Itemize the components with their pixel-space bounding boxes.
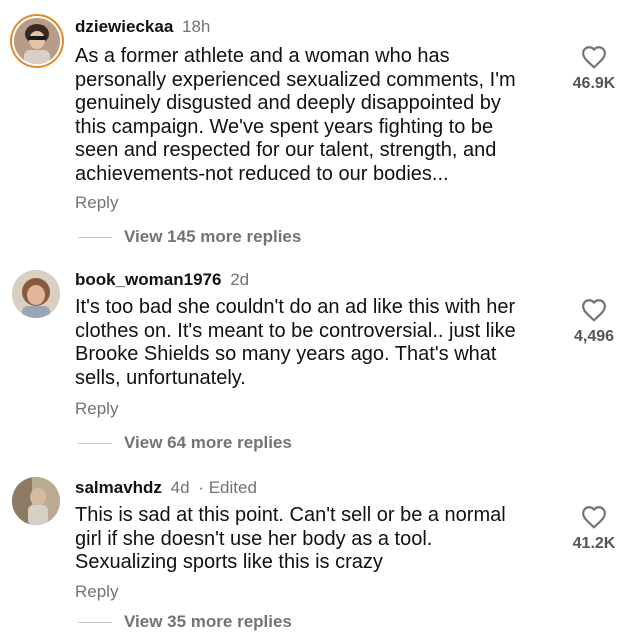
view-replies-button[interactable]: View 64 more replies	[78, 433, 292, 453]
like-control: 46.9K	[554, 45, 634, 93]
reply-button[interactable]: Reply	[75, 193, 118, 213]
comment-header: salmavhdz 4d · Edited	[75, 478, 257, 498]
like-control: 41.2K	[554, 505, 634, 553]
username[interactable]: dziewieckaa	[75, 17, 173, 36]
edited-label: · Edited	[198, 478, 257, 497]
reply-button[interactable]: Reply	[75, 399, 118, 419]
avatar[interactable]	[14, 18, 60, 64]
divider	[78, 236, 112, 238]
username[interactable]: book_woman1976	[75, 270, 221, 289]
view-replies-button[interactable]: View 145 more replies	[78, 227, 301, 247]
view-replies-label: View 35 more replies	[124, 612, 292, 631]
like-count: 4,496	[573, 328, 615, 345]
heart-outline-icon[interactable]	[581, 505, 607, 529]
divider	[78, 442, 112, 444]
like-count: 46.9K	[572, 75, 616, 92]
comment-header: book_woman1976 2d	[75, 270, 249, 290]
comment-text: This is sad at this point. Can't sell or…	[75, 504, 506, 573]
comment-text: As a former athlete and a woman who has …	[75, 45, 516, 185]
comment-header: dziewieckaa 18h	[75, 17, 210, 37]
view-replies-button[interactable]: View 35 more replies	[78, 612, 292, 632]
view-replies-label: View 145 more replies	[124, 227, 302, 246]
heart-outline-icon[interactable]	[581, 45, 607, 69]
avatar[interactable]	[12, 477, 60, 525]
reply-button[interactable]: Reply	[75, 582, 118, 602]
like-count: 41.2K	[572, 535, 616, 552]
like-control: 4,496	[554, 298, 634, 346]
username[interactable]: salmavhdz	[75, 478, 162, 497]
timestamp: 4d	[170, 478, 190, 497]
heart-outline-icon[interactable]	[581, 298, 607, 322]
avatar[interactable]	[12, 270, 60, 318]
divider	[78, 621, 112, 623]
comment-text: It's too bad she couldn't do an ad like …	[75, 296, 516, 389]
timestamp: 2d	[230, 270, 250, 289]
view-replies-label: View 64 more replies	[124, 433, 292, 452]
timestamp: 18h	[182, 17, 211, 36]
